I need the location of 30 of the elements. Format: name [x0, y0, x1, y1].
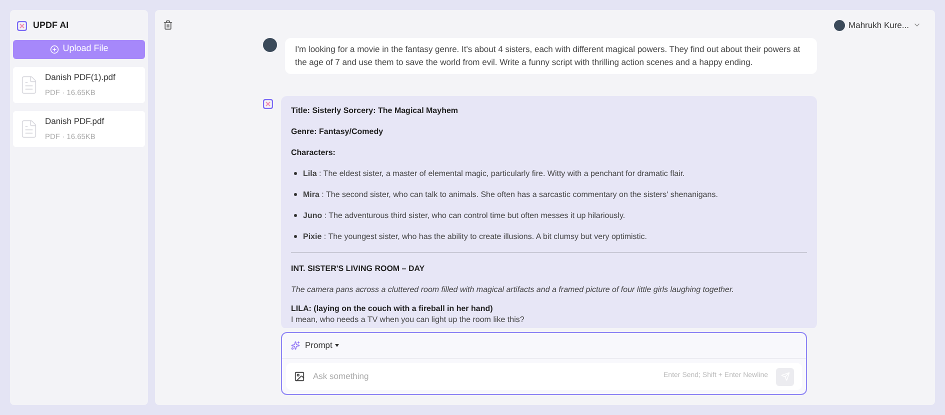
message-input[interactable]: Ask something [313, 370, 656, 383]
character-description: Juno : The adventurous third sister, who can control time but often messes it up hilariously. [303, 210, 626, 221]
avatar-icon [263, 38, 277, 52]
image-icon[interactable] [294, 371, 305, 382]
file-name: Danish PDF.pdf [45, 115, 104, 128]
file-name: Danish PDF(1).pdf [45, 71, 116, 84]
app-title: UPDF AI [33, 19, 69, 32]
chevron-icon [913, 21, 921, 29]
dialogue-line: I mean, who needs a TV when you can light up the room like this? [291, 314, 526, 325]
scene-description: The camera pans across a cluttered room filled with magical artifacts and a framed picture of four little girls laughing together. [291, 284, 736, 295]
response-heading: Title: Sisterly Sorcery: The Magical Mayhem [291, 105, 460, 116]
document-icon [19, 74, 39, 94]
document-icon [19, 118, 39, 138]
response-heading: Characters: [291, 147, 336, 158]
prompt-dropdown[interactable]: Prompt [305, 339, 340, 352]
avatar-icon [834, 20, 845, 30]
user-message: I'm looking for a movie in the fantasy genre. It's about 4 sisters, each with different magical powers. They find out about their powers at the age of 7 and use them to save the world from evil. Write a funny script with thrilling action scenes and a happy ending. [285, 38, 817, 74]
plus-icon [50, 44, 59, 54]
response-heading: INT. SISTER'S LIVING ROOM – DAY [291, 263, 426, 274]
character-description: Pixie : The youngest sister, who has the ability to create illusions. A bit clumsy but very optimistic. [303, 231, 648, 242]
app-logo-icon [263, 99, 273, 109]
delete-icon[interactable] [163, 20, 173, 30]
caret-icon [335, 344, 340, 347]
app-logo-icon [17, 20, 27, 31]
user-menu[interactable]: Mahrukh Kure... [834, 18, 921, 32]
sparkle-icon [291, 341, 300, 350]
response-heading: Genre: Fantasy/Comedy [291, 126, 384, 137]
character-description: Lila : The eldest sister, a master of elemental magic, particularly fire. Witty with a penchant for dramatic flair. [303, 168, 685, 179]
character-description: Mira : The second sister, who can talk to animals. She often has a sarcastic commentary on the sisters' shenanigans. [303, 189, 718, 200]
dialogue-speaker: LILA: (laying on the couch with a fireball in her hand) [291, 303, 494, 314]
